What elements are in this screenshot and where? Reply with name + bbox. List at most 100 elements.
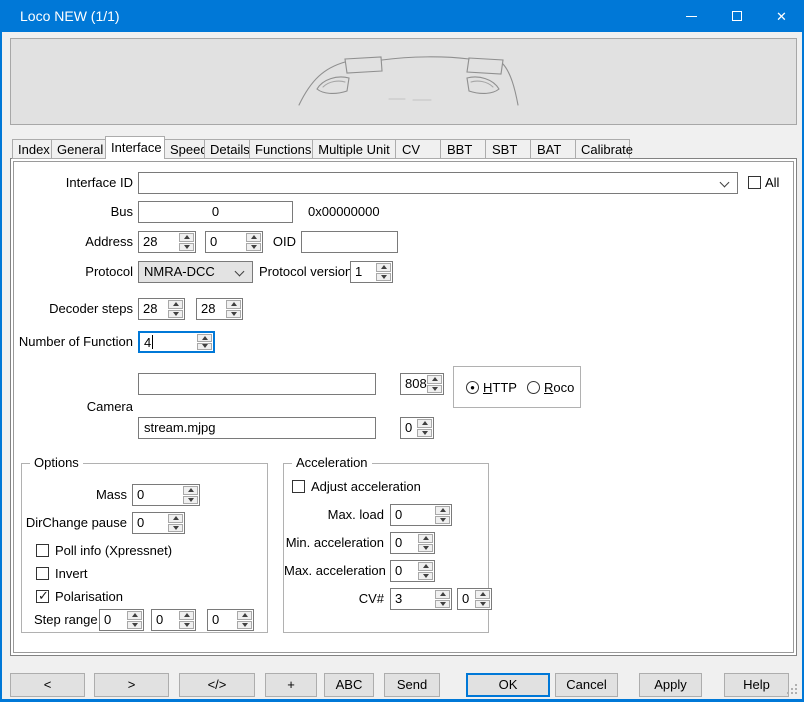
camera-port-spinner[interactable]: 8081 [400,373,444,395]
cancel-button[interactable]: Cancel [555,673,618,697]
bus-input[interactable]: 0 [138,201,293,223]
spin-down-icon[interactable] [435,600,450,609]
spin-up-icon[interactable] [197,334,212,342]
code-button[interactable]: </> [179,673,255,697]
spin-up-icon[interactable] [226,300,241,309]
spin-up-icon[interactable] [168,300,183,309]
decoder-steps-reverse-spinner[interactable]: 28 [196,298,243,320]
spin-down-icon[interactable] [237,621,252,630]
loco-sketch-image [293,47,523,113]
roco-radio-label[interactable]: Roco [544,380,574,396]
spin-down-icon[interactable] [417,429,432,438]
max-acceleration-spinner[interactable]: 0 [390,560,435,582]
http-radio-label[interactable]: HTTP [483,380,517,396]
spin-up-icon[interactable] [418,562,433,571]
previous-loco-button[interactable]: < [10,673,85,697]
spin-down-icon[interactable] [418,544,433,553]
tab-functions[interactable]: Functions [249,139,313,159]
spin-down-icon[interactable] [168,524,183,533]
tab-bat[interactable]: BAT [530,139,576,159]
spin-down-icon[interactable] [376,273,391,282]
chevron-down-icon [235,267,245,277]
polarisation-checkbox-label[interactable]: Polarisation [55,589,123,605]
spin-up-icon[interactable] [435,506,450,515]
protocol-combobox[interactable]: NMRA-DCC [138,261,253,283]
spin-down-icon[interactable] [179,621,194,630]
spin-up-icon[interactable] [183,486,198,495]
spin-up-icon[interactable] [179,233,194,242]
tab-sbt[interactable]: SBT [485,139,531,159]
spin-down-icon[interactable] [226,310,241,319]
title-bar: Loco NEW (1/1) ✕ [0,0,804,32]
min-acceleration-spinner[interactable]: 0 [390,532,435,554]
help-button[interactable]: Help [724,673,789,697]
protocol-version-spinner[interactable]: 1 [350,261,393,283]
poll-info-checkbox-label[interactable]: Poll info (Xpressnet) [55,543,172,559]
spin-up-icon[interactable] [417,419,432,428]
decoder-steps-forward-spinner[interactable]: 28 [138,298,185,320]
add-button[interactable]: + [265,673,317,697]
max-load-spinner[interactable]: 0 [390,504,452,526]
number-of-function-spinner[interactable]: 4 [138,331,215,353]
tab-bbt[interactable]: BBT [440,139,486,159]
poll-info-checkbox[interactable] [36,544,49,557]
spin-down-icon[interactable] [168,310,183,319]
spin-down-icon[interactable] [475,600,490,609]
spin-up-icon[interactable] [179,611,194,620]
spin-up-icon[interactable] [168,514,183,523]
roco-radio[interactable] [527,381,540,394]
spin-down-icon[interactable] [183,496,198,505]
spin-up-icon[interactable] [418,534,433,543]
tab-multiple-unit[interactable]: Multiple Unit [312,139,396,159]
interface-id-combobox[interactable] [138,172,738,194]
adjust-acceleration-checkbox[interactable] [292,480,305,493]
minimize-button[interactable] [669,0,714,32]
next-loco-button[interactable]: > [94,673,169,697]
maximize-button[interactable] [714,0,759,32]
oid-input[interactable] [301,231,398,253]
address-primary-spinner[interactable]: 28 [138,231,196,253]
spin-up-icon[interactable] [427,375,442,384]
tab-general[interactable]: General [51,139,106,159]
chevron-down-icon [720,178,730,188]
spin-up-icon[interactable] [376,263,391,272]
tab-details[interactable]: Details [204,139,250,159]
spin-down-icon[interactable] [179,243,194,252]
close-button[interactable]: ✕ [759,0,804,32]
spin-up-icon[interactable] [475,590,490,599]
tab-calibrate[interactable]: Calibrate [575,139,630,159]
cv-secondary-spinner[interactable]: 0 [457,588,492,610]
spin-up-icon[interactable] [127,611,142,620]
tab-interface[interactable]: Interface [105,136,165,159]
abc-button[interactable]: ABC [324,673,374,697]
cv-value-spinner[interactable]: 3 [390,588,452,610]
adjust-acceleration-checkbox-label[interactable]: Adjust acceleration [311,479,421,495]
resize-grip[interactable] [795,692,797,694]
spin-down-icon[interactable] [435,516,450,525]
http-radio[interactable]: ● [466,381,479,394]
spin-up-icon[interactable] [435,590,450,599]
tab-index[interactable]: Index [12,139,52,159]
step-range-spinner-1[interactable]: 0 [99,609,144,631]
ok-button[interactable]: OK [466,673,550,697]
send-button[interactable]: Send [384,673,440,697]
invert-checkbox[interactable] [36,567,49,580]
spin-down-icon[interactable] [197,343,212,351]
step-range-spinner-3[interactable]: 0 [207,609,254,631]
mass-spinner[interactable]: 0 [132,484,200,506]
all-checkbox[interactable] [748,176,761,189]
camera-stream-index-spinner[interactable]: 0 [400,417,434,439]
spin-up-icon[interactable] [237,611,252,620]
camera-stream-input[interactable]: stream.mjpg [138,417,376,439]
tab-cv[interactable]: CV [395,139,441,159]
tab-speed[interactable]: Speed [164,139,205,159]
apply-button[interactable]: Apply [639,673,702,697]
camera-url-input[interactable] [138,373,376,395]
polarisation-checkbox[interactable]: ✓ [36,590,49,603]
spin-down-icon[interactable] [127,621,142,630]
step-range-spinner-2[interactable]: 0 [151,609,196,631]
spin-down-icon[interactable] [427,385,442,394]
spin-down-icon[interactable] [418,572,433,581]
dirchange-pause-spinner[interactable]: 0 [132,512,185,534]
invert-checkbox-label[interactable]: Invert [55,566,88,582]
